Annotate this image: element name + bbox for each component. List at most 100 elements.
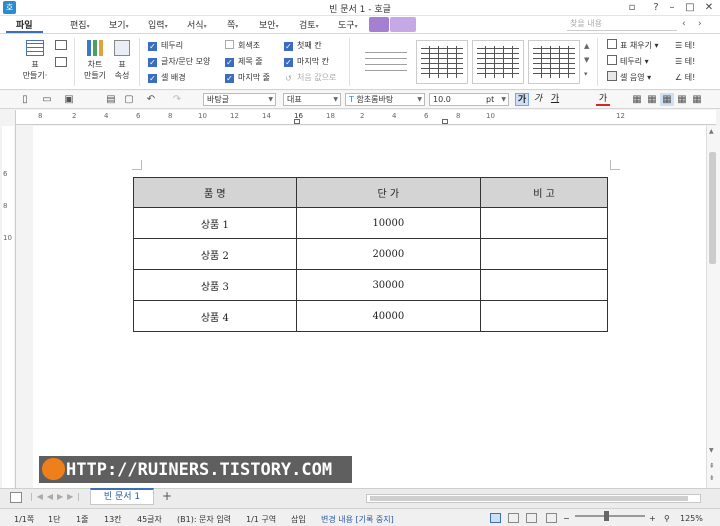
- right-indent-marker-icon[interactable]: [442, 119, 448, 124]
- menu-tools[interactable]: 도구▾: [338, 18, 358, 31]
- zoom-slider[interactable]: [575, 515, 645, 517]
- preview-icon[interactable]: ▢: [122, 93, 136, 106]
- page-view-icon[interactable]: [526, 513, 537, 523]
- table-cell[interactable]: 10000: [295, 207, 482, 239]
- status-page[interactable]: 1/1쪽: [14, 514, 34, 525]
- border-width-button[interactable]: ☰ 테!: [675, 55, 695, 71]
- zoom-magnifier-icon[interactable]: ⚲: [664, 514, 670, 523]
- menu-view[interactable]: 보기▾: [109, 18, 129, 31]
- chart-create-button[interactable]: 차트 만들기: [81, 40, 109, 81]
- check-char-para-shape[interactable]: ✓ 글자/문단 모양: [148, 56, 210, 69]
- new-document-icon[interactable]: ▯: [18, 93, 32, 106]
- zoom-level[interactable]: 125%: [680, 514, 703, 523]
- table-cell[interactable]: 20000: [295, 238, 482, 270]
- distribute-icon[interactable]: ▦: [690, 93, 704, 106]
- font-color-button[interactable]: 가: [596, 93, 610, 106]
- table-cell[interactable]: [480, 269, 608, 301]
- horizontal-scrollbar-thumb[interactable]: [370, 496, 688, 501]
- table-header-cell[interactable]: 비 고: [480, 177, 608, 208]
- table-style-icon[interactable]: [55, 40, 67, 50]
- scroll-up-icon[interactable]: ▲: [584, 42, 589, 50]
- table-style-thumb-3[interactable]: [472, 40, 524, 84]
- font-select[interactable]: T 함초롬바탕 ▼: [345, 93, 425, 106]
- search-input[interactable]: 찾을 내용: [567, 18, 677, 31]
- scroll-down-icon[interactable]: ▼: [584, 56, 589, 64]
- tab-nav-icons[interactable]: |◀◀▶▶|: [30, 492, 84, 501]
- tab-document-1[interactable]: 빈 문서 1: [90, 488, 154, 505]
- border-style-button[interactable]: ☰ 테!: [675, 39, 695, 55]
- save-icon[interactable]: ▣: [62, 93, 76, 106]
- table-cell[interactable]: [480, 207, 608, 239]
- chevron-right-icon[interactable]: ›: [698, 19, 702, 29]
- more-icon[interactable]: ▾: [584, 70, 588, 78]
- table-fill-button[interactable]: 표 채우기 ▾: [607, 39, 659, 55]
- align-justify-icon[interactable]: ▦: [660, 93, 674, 106]
- menu-insert[interactable]: 입력▾: [148, 18, 168, 31]
- zoom-out-icon[interactable]: −: [563, 514, 570, 523]
- horizontal-ruler[interactable]: 8 2 4 6 8 10 12 14 16 18 2 4 6 8 10 12: [16, 110, 716, 125]
- underline-button[interactable]: 가: [548, 93, 562, 106]
- prev-page-icon[interactable]: ⇞: [709, 462, 715, 470]
- check-last-col[interactable]: ✓ 마지막 칸: [284, 56, 329, 69]
- table-cell[interactable]: 상품 1: [133, 207, 297, 239]
- align-left-icon[interactable]: ▦: [630, 93, 644, 106]
- open-folder-icon[interactable]: ▭: [40, 93, 54, 106]
- maximize-button[interactable]: □: [682, 1, 698, 15]
- help-icon[interactable]: ?: [648, 1, 664, 15]
- menu-file[interactable]: 파일: [6, 16, 43, 33]
- redo-icon[interactable]: ↷: [170, 93, 184, 106]
- border-color-button[interactable]: ∠ 테!: [675, 71, 695, 87]
- zoom-fit-icon[interactable]: [546, 513, 557, 523]
- next-page-icon[interactable]: ⇟: [709, 474, 715, 482]
- menu-page[interactable]: 쪽▾: [227, 18, 238, 31]
- table-cell[interactable]: 30000: [295, 269, 482, 301]
- close-button[interactable]: ✕: [701, 1, 717, 15]
- check-last-row[interactable]: ✓ 마지막 줄: [225, 72, 270, 85]
- table-properties-button[interactable]: 표 속성: [111, 40, 133, 81]
- table-layout-tab-icon[interactable]: [390, 17, 416, 32]
- table-create-button[interactable]: 표 만들기·: [20, 40, 50, 81]
- menu-edit[interactable]: 편집▾: [70, 18, 90, 31]
- table-cell[interactable]: 상품 2: [133, 238, 297, 270]
- minimize-button[interactable]: –: [664, 1, 680, 15]
- normal-view-icon[interactable]: [490, 513, 501, 523]
- add-tab-button[interactable]: +: [162, 489, 172, 503]
- table-design-tab-icon[interactable]: [369, 17, 389, 32]
- full-view-icon[interactable]: [508, 513, 519, 523]
- reset-to-default[interactable]: ↺ 처음 값으로: [284, 72, 336, 85]
- indent-marker-icon[interactable]: [294, 119, 300, 124]
- undo-icon[interactable]: ↶: [144, 93, 158, 106]
- check-border[interactable]: ✓ 테두리: [148, 40, 183, 53]
- table-style-thumb-2[interactable]: [416, 40, 468, 84]
- check-grayscale[interactable]: 회색조: [225, 40, 260, 53]
- menu-security[interactable]: 보안▾: [259, 18, 279, 31]
- check-first-col[interactable]: ✓ 첫째 칸: [284, 40, 322, 53]
- table-cell[interactable]: [480, 300, 608, 332]
- comment-icon[interactable]: [10, 492, 22, 503]
- table-cell[interactable]: 40000: [295, 300, 482, 332]
- table-cell[interactable]: [480, 238, 608, 270]
- align-right-icon[interactable]: ▦: [675, 93, 689, 106]
- status-insert-mode[interactable]: 삽입: [291, 514, 306, 525]
- table-cell[interactable]: 상품 4: [133, 300, 297, 332]
- bold-button[interactable]: 가: [515, 93, 529, 106]
- border-button[interactable]: 테두리 ▾: [607, 55, 649, 71]
- style-select[interactable]: 바탕글 ▼: [203, 93, 276, 106]
- table-cell[interactable]: 상품 3: [133, 269, 297, 301]
- table-header-cell[interactable]: 품 명: [133, 177, 297, 208]
- font-size-input[interactable]: 10.0 pt ▼: [429, 93, 509, 106]
- zoom-slider-knob[interactable]: [604, 511, 609, 521]
- status-track-changes[interactable]: 변경 내용 [기록 중지]: [321, 514, 394, 525]
- price-table[interactable]: 품 명 단 가 비 고 상품 1 10000 상품 2 20000 상품 3 3…: [133, 177, 608, 332]
- zoom-in-icon[interactable]: +: [649, 514, 656, 523]
- table-header-cell[interactable]: 단 가: [295, 177, 482, 208]
- print-icon[interactable]: ▤: [104, 93, 118, 106]
- table-style-thumb-1[interactable]: [360, 40, 412, 84]
- table-insert-icon[interactable]: [55, 57, 67, 67]
- vertical-scrollbar-thumb[interactable]: [709, 152, 716, 264]
- scroll-up-icon[interactable]: ▲: [709, 128, 714, 135]
- italic-button[interactable]: 가: [531, 93, 545, 106]
- scroll-down-icon[interactable]: ▼: [709, 447, 714, 454]
- check-title-row[interactable]: ✓ 제목 줄: [225, 56, 263, 69]
- vertical-ruler[interactable]: 6 8 10: [0, 110, 16, 488]
